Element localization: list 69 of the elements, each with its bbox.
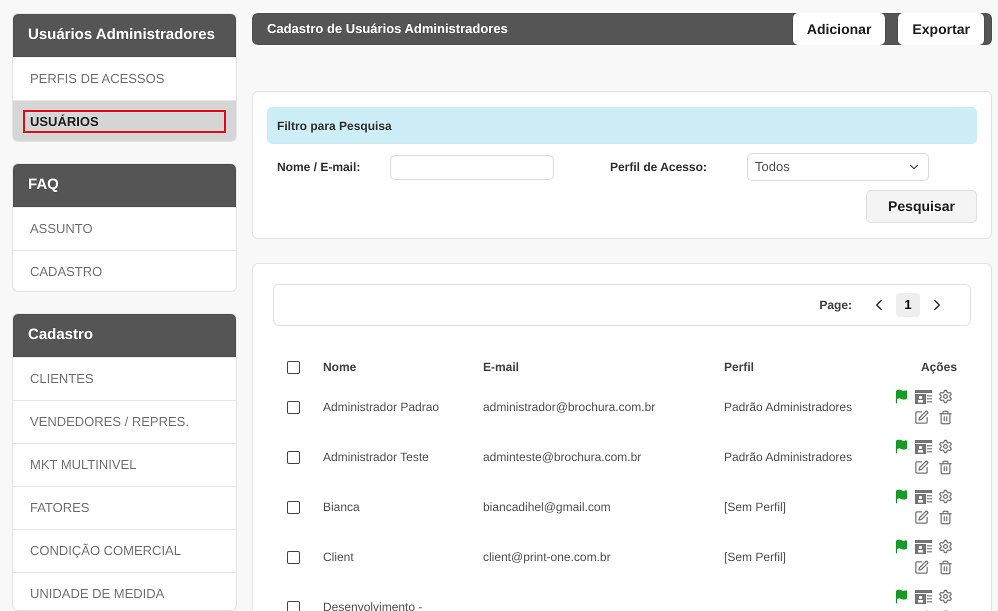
column-header: Perfil xyxy=(724,359,756,376)
table-cell-text: [Sem Perfil] xyxy=(724,548,788,566)
column-header: E-mail xyxy=(483,359,520,376)
header-button[interactable]: Exportar xyxy=(898,13,984,45)
table-cell-text: Padrão Administradores xyxy=(724,398,854,416)
row-checkbox[interactable] xyxy=(287,500,300,514)
edit-icon[interactable] xyxy=(914,410,929,425)
edit-icon[interactable] xyxy=(914,560,929,575)
sidebar-title: FAQ xyxy=(13,164,236,207)
sidebar-item[interactable]: UNIDADE DE MEDIDA xyxy=(13,572,236,610)
table-cell-text: Administrador Teste xyxy=(323,449,430,466)
id-card-icon[interactable] xyxy=(915,440,932,454)
row-checkbox[interactable] xyxy=(287,550,300,564)
header-button[interactable]: Adicionar xyxy=(792,13,886,45)
settings-icon[interactable] xyxy=(938,489,953,504)
table-cell-text: Client xyxy=(323,549,355,566)
profile-select[interactable]: Todos xyxy=(747,153,929,181)
table-cell-text: adminteste@brochura.com.br xyxy=(483,449,642,466)
page-title: Cadastro de Usuários Administradores xyxy=(267,20,508,38)
table-cell-text: Padrão Administradores xyxy=(724,448,854,466)
sidebar-item[interactable]: FATORES xyxy=(13,486,236,529)
name-label: Nome / E-mail: xyxy=(277,159,362,176)
row-checkbox[interactable] xyxy=(287,400,300,414)
id-card-icon[interactable] xyxy=(915,390,932,404)
page-label: Page: xyxy=(819,297,852,314)
delete-icon[interactable] xyxy=(938,410,953,425)
sidebar-item[interactable]: USUÁRIOS xyxy=(13,100,236,141)
search-button[interactable]: Pesquisar xyxy=(866,190,977,223)
settings-icon[interactable] xyxy=(938,389,953,404)
settings-icon[interactable] xyxy=(938,539,953,554)
id-card-icon[interactable] xyxy=(915,590,932,604)
sidebar-item[interactable]: ASSUNTO xyxy=(13,206,236,250)
table-cell-text: Bianca xyxy=(323,499,361,516)
flag-icon[interactable] xyxy=(894,439,909,454)
table-cell-text: Desenvolvimento - xyxy=(323,599,424,611)
sidebar-item[interactable]: CLIENTES xyxy=(13,356,236,400)
sidebar-item[interactable]: MKT MULTINIVEL xyxy=(13,442,236,486)
filter-title: Filtro para Pesquisa xyxy=(267,107,977,144)
edit-icon[interactable] xyxy=(914,510,929,525)
id-card-icon[interactable] xyxy=(915,540,932,554)
sidebar-item[interactable]: CADASTRO xyxy=(13,250,236,291)
table-cell-text: [Sem Perfil] xyxy=(724,498,788,516)
settings-icon[interactable] xyxy=(938,589,953,604)
row-checkbox[interactable] xyxy=(287,360,300,374)
sidebar-title: Cadastro xyxy=(13,314,236,357)
sidebar-item[interactable]: CONDIÇÃO COMERCIAL xyxy=(13,528,236,572)
table-cell-text: Administrador Padrao xyxy=(323,399,440,416)
row-checkbox[interactable] xyxy=(287,600,300,611)
id-card-icon[interactable] xyxy=(915,490,932,504)
flag-icon[interactable] xyxy=(894,389,909,404)
row-checkbox[interactable] xyxy=(287,450,300,464)
flag-icon[interactable] xyxy=(894,539,909,554)
table-cell-text: administrador@brochura.com.br xyxy=(483,399,656,416)
settings-icon[interactable] xyxy=(938,439,953,454)
sidebar-title: Usuários Administradores xyxy=(13,14,236,57)
table-cell-text: biancadihel@gmail.com xyxy=(483,499,612,516)
current-page[interactable]: 1 xyxy=(896,293,920,317)
table-cell-text: client@print-one.com.br xyxy=(483,549,612,566)
flag-icon[interactable] xyxy=(894,489,909,504)
name-input-field[interactable] xyxy=(390,154,554,180)
sidebar-item[interactable]: VENDEDORES / REPRES. xyxy=(13,400,236,443)
delete-icon[interactable] xyxy=(938,460,953,475)
delete-icon[interactable] xyxy=(938,510,953,525)
column-header: Nome xyxy=(323,359,358,376)
delete-icon[interactable] xyxy=(938,560,953,575)
edit-icon[interactable] xyxy=(914,460,929,475)
profile-label: Perfil de Acesso: xyxy=(610,159,708,176)
column-header: Ações xyxy=(920,359,957,376)
flag-icon[interactable] xyxy=(894,589,909,604)
